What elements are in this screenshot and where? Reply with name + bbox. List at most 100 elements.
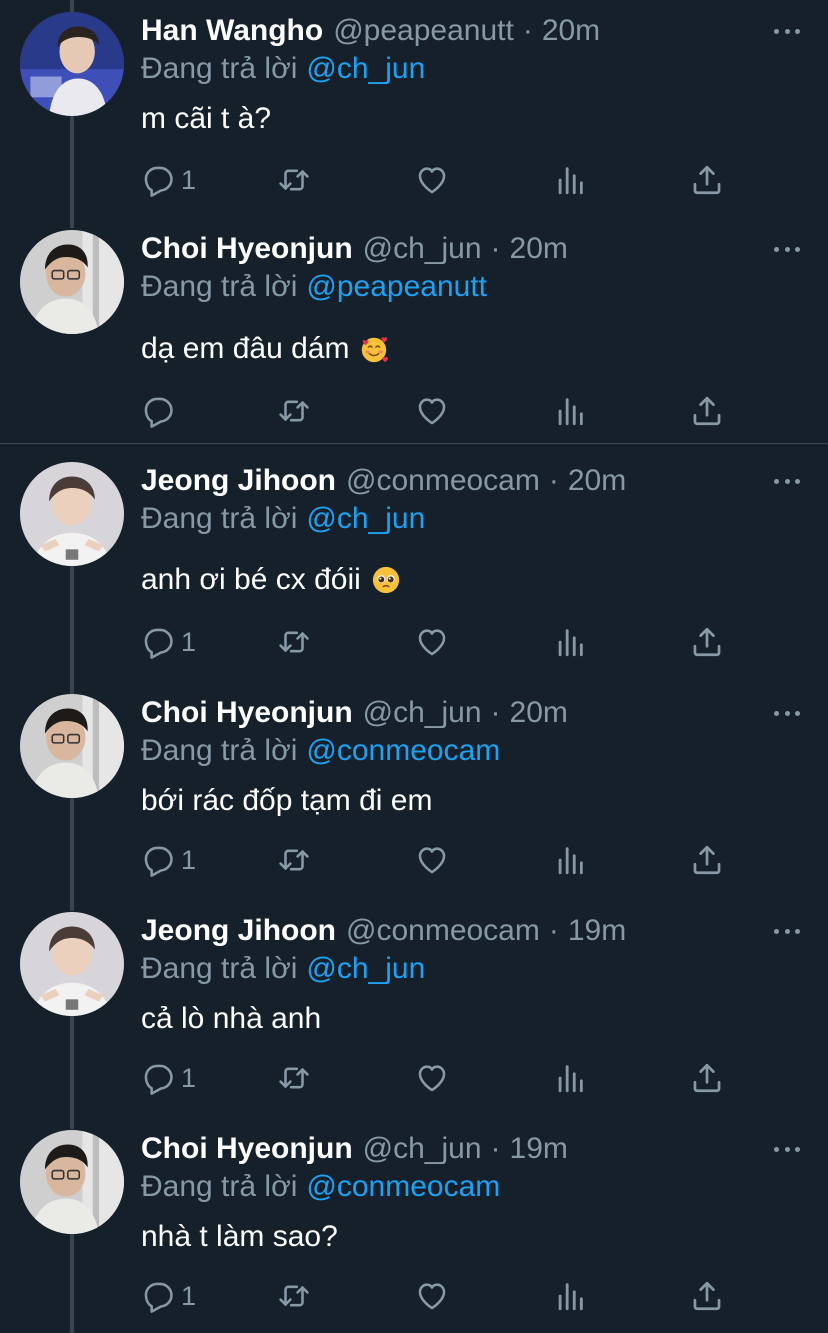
- like-button[interactable]: [415, 1058, 449, 1098]
- timestamp[interactable]: 20m: [510, 696, 568, 730]
- share-icon: [690, 1279, 724, 1313]
- heart-icon: [415, 1061, 449, 1095]
- tweet[interactable]: Choi Hyeonjun @ch_jun · 20m Đang trả lời…: [0, 218, 828, 443]
- display-name[interactable]: Choi Hyeonjun: [141, 696, 353, 730]
- tweet[interactable]: Choi Hyeonjun @ch_jun · 20m Đang trả lời…: [0, 682, 828, 900]
- tweet-text-content: cả lò nhà anh: [141, 1002, 322, 1035]
- avatar[interactable]: [20, 462, 124, 566]
- tweet[interactable]: Han Wangho @peapeanutt · 20m Đang trả lờ…: [0, 0, 828, 218]
- separator-dot: ·: [490, 232, 501, 265]
- retweet-button[interactable]: [277, 622, 311, 662]
- display-name[interactable]: Choi Hyeonjun: [141, 1132, 353, 1166]
- retweet-button[interactable]: [277, 391, 311, 431]
- action-bar: 1: [141, 160, 741, 200]
- share-icon: [690, 163, 724, 197]
- like-button[interactable]: [415, 1276, 449, 1316]
- retweet-icon: [277, 625, 311, 659]
- share-button[interactable]: [690, 840, 724, 880]
- user-handle[interactable]: @conmeocam: [346, 464, 540, 498]
- more-icon[interactable]: [774, 708, 800, 718]
- user-handle[interactable]: @peapeanutt: [333, 14, 514, 48]
- mention-link[interactable]: @ch_jun: [306, 52, 425, 86]
- timestamp[interactable]: 19m: [568, 914, 626, 948]
- replying-to: Đang trả lời @ch_jun: [141, 500, 425, 538]
- more-icon[interactable]: [774, 1144, 800, 1154]
- user-handle[interactable]: @ch_jun: [363, 232, 482, 266]
- replying-label: Đang trả lời: [141, 502, 298, 535]
- mention-link[interactable]: @ch_jun: [306, 952, 425, 986]
- tweet[interactable]: Jeong Jihoon @conmeocam · 19m Đang trả l…: [0, 900, 828, 1118]
- action-bar: 1: [141, 1276, 741, 1316]
- timestamp[interactable]: 20m: [542, 14, 600, 48]
- action-bar: [141, 391, 741, 431]
- like-button[interactable]: [415, 622, 449, 662]
- views-button[interactable]: [553, 1058, 587, 1098]
- retweet-button[interactable]: [277, 160, 311, 200]
- reply-button[interactable]: 1: [141, 160, 196, 200]
- user-handle[interactable]: @ch_jun: [363, 1132, 482, 1166]
- retweet-button[interactable]: [277, 840, 311, 880]
- share-button[interactable]: [690, 391, 724, 431]
- reply-button[interactable]: 1: [141, 1058, 196, 1098]
- separator-dot: ·: [522, 14, 533, 47]
- action-bar: 1: [141, 840, 741, 880]
- retweet-button[interactable]: [277, 1058, 311, 1098]
- user-handle[interactable]: @ch_jun: [363, 696, 482, 730]
- views-button[interactable]: [553, 1276, 587, 1316]
- views-button[interactable]: [553, 840, 587, 880]
- display-name[interactable]: Choi Hyeonjun: [141, 232, 353, 266]
- timestamp[interactable]: 20m: [510, 232, 568, 266]
- mention-link[interactable]: @peapeanutt: [306, 270, 487, 304]
- timestamp[interactable]: 20m: [568, 464, 626, 498]
- more-icon[interactable]: [774, 244, 800, 254]
- more-icon[interactable]: [774, 26, 800, 36]
- share-button[interactable]: [690, 622, 724, 662]
- reply-button[interactable]: [141, 391, 175, 431]
- more-icon[interactable]: [774, 476, 800, 486]
- more-icon[interactable]: [774, 926, 800, 936]
- reply-button[interactable]: 1: [141, 622, 196, 662]
- tweet[interactable]: Jeong Jihoon @conmeocam · 20m Đang trả l…: [0, 450, 828, 682]
- share-button[interactable]: [690, 1276, 724, 1316]
- separator-dot: ·: [548, 914, 559, 947]
- timestamp[interactable]: 19m: [510, 1132, 568, 1166]
- tweet-text-content: bới rác đốp tạm đi em: [141, 784, 433, 817]
- mention-link[interactable]: @conmeocam: [306, 734, 500, 768]
- replying-to: Đang trả lời @ch_jun: [141, 950, 425, 988]
- separator-dot: ·: [548, 464, 559, 497]
- reply-icon: [141, 843, 175, 877]
- heart-icon: [415, 843, 449, 877]
- bar-chart-icon: [553, 1061, 587, 1095]
- avatar[interactable]: [20, 694, 124, 798]
- share-button[interactable]: [690, 1058, 724, 1098]
- replying-to: Đang trả lời @conmeocam: [141, 732, 500, 770]
- like-button[interactable]: [415, 160, 449, 200]
- avatar[interactable]: [20, 230, 124, 334]
- replying-label: Đang trả lời: [141, 952, 298, 985]
- like-button[interactable]: [415, 391, 449, 431]
- mention-link[interactable]: @conmeocam: [306, 1170, 500, 1204]
- bar-chart-icon: [553, 843, 587, 877]
- views-button[interactable]: [553, 622, 587, 662]
- share-icon: [690, 625, 724, 659]
- reply-button[interactable]: 1: [141, 840, 196, 880]
- avatar[interactable]: [20, 912, 124, 1016]
- views-button[interactable]: [553, 160, 587, 200]
- reply-button[interactable]: 1: [141, 1276, 196, 1316]
- user-handle[interactable]: @conmeocam: [346, 914, 540, 948]
- heart-icon: [415, 163, 449, 197]
- avatar[interactable]: [20, 1130, 124, 1234]
- display-name[interactable]: Jeong Jihoon: [141, 464, 336, 498]
- share-button[interactable]: [690, 160, 724, 200]
- like-button[interactable]: [415, 840, 449, 880]
- retweet-button[interactable]: [277, 1276, 311, 1316]
- tweet[interactable]: Choi Hyeonjun @ch_jun · 19m Đang trả lời…: [0, 1118, 828, 1333]
- views-button[interactable]: [553, 391, 587, 431]
- avatar[interactable]: [20, 12, 124, 116]
- retweet-icon: [277, 1061, 311, 1095]
- mention-link[interactable]: @ch_jun: [306, 502, 425, 536]
- heart-icon: [415, 394, 449, 428]
- display-name[interactable]: Jeong Jihoon: [141, 914, 336, 948]
- display-name[interactable]: Han Wangho: [141, 14, 323, 48]
- tweet-text-content: anh ơi bé cx đóii: [141, 563, 361, 596]
